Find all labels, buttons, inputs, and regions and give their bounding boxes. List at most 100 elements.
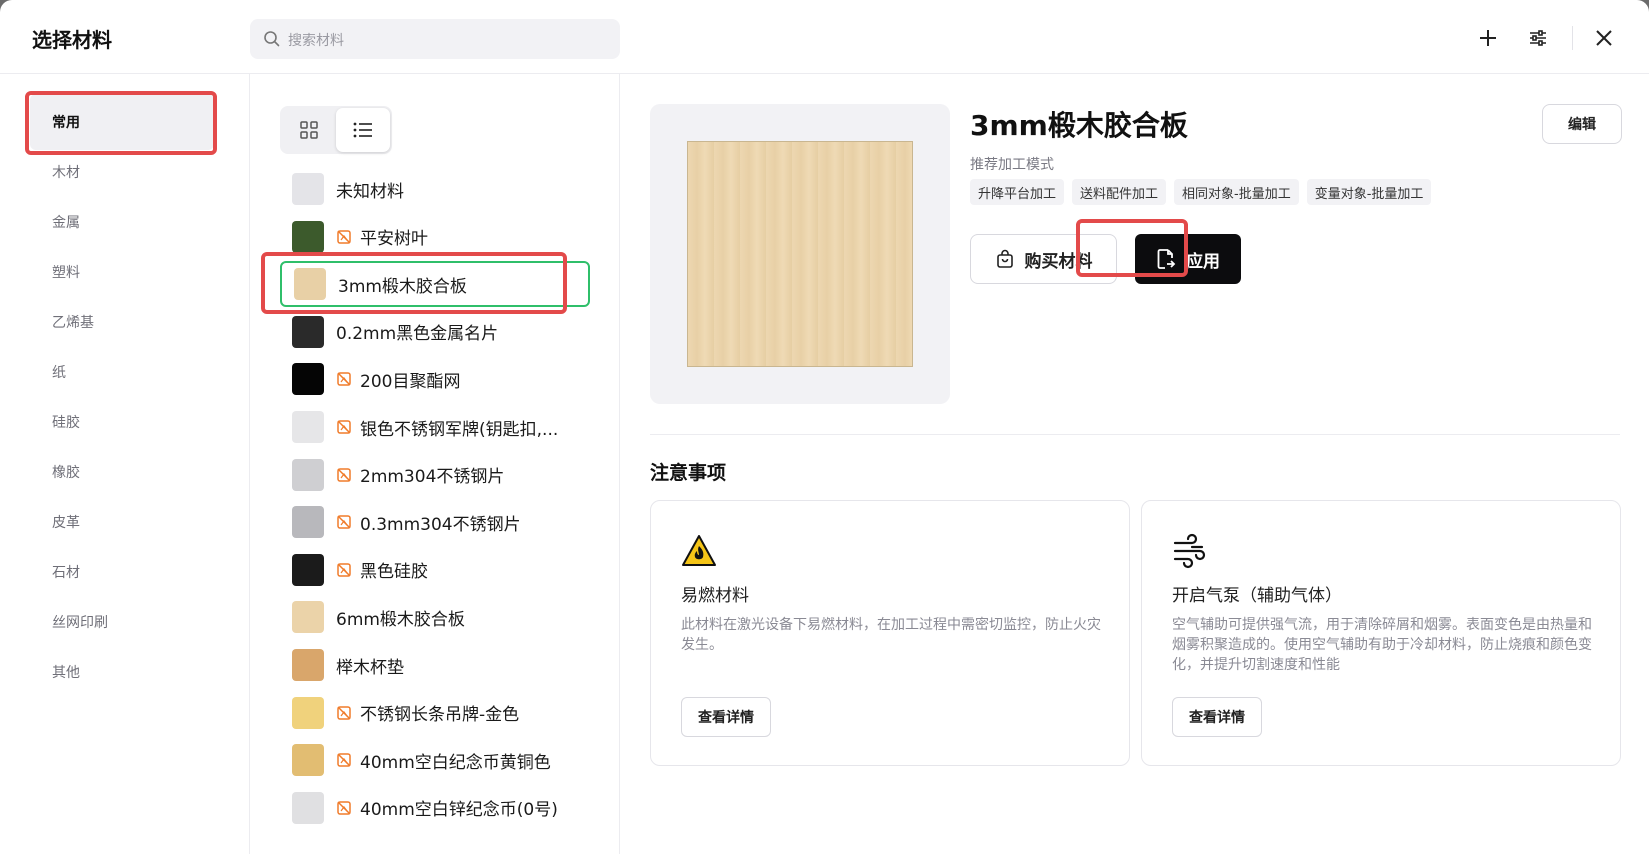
material-list-item[interactable]: 0.2mm黑色金属名片 xyxy=(280,309,590,355)
material-name: 3mm椴木胶合板 xyxy=(970,109,1188,142)
category-item-vinyl[interactable]: 乙烯基 xyxy=(30,294,214,350)
material-thumbnail xyxy=(292,363,324,396)
material-list-item[interactable]: 6mm椴木胶合板 xyxy=(280,594,590,640)
apply-label: 应用 xyxy=(1186,251,1220,272)
mode-tag: 相同对象-批量加工 xyxy=(1174,179,1299,205)
grid-view-button[interactable] xyxy=(282,108,336,152)
view-details-button[interactable]: 查看详情 xyxy=(1172,697,1262,737)
apply-icon xyxy=(1157,249,1176,269)
header-divider xyxy=(1572,26,1573,50)
material-list: 未知材料平安树叶 3mm椴木胶合板 0.2mm黑色金属名片 200目聚酯网银色不锈钢军… xyxy=(250,74,620,854)
unavailable-material-icon xyxy=(337,372,351,387)
category-label: 塑料 xyxy=(52,265,80,281)
material-list-item[interactable]: 黑色硅胶 xyxy=(280,547,590,593)
list-view-button[interactable] xyxy=(336,108,390,152)
material-name-label: 2mm304不锈钢片 xyxy=(360,467,505,488)
material-name-label: 银色不锈钢军牌(钥匙扣,... xyxy=(360,419,559,440)
unavailable-material-icon xyxy=(337,753,351,767)
material-thumbnail xyxy=(294,268,326,301)
category-item-metal[interactable]: 金属 xyxy=(30,194,214,250)
mode-tag: 送料配件加工 xyxy=(1072,179,1167,205)
category-item-silicone[interactable]: 硅胶 xyxy=(30,394,214,450)
material-thumbnail xyxy=(292,744,324,777)
material-name-label: 黑色硅胶 xyxy=(360,562,428,583)
material-thumbnail xyxy=(292,315,324,348)
note-description: 空气辅助可提供强气流，用于清除碎屑和烟雾。表面变色是由热量和烟雾积聚造成的。使用… xyxy=(1172,617,1592,673)
material-name-label: 200目聚酯网 xyxy=(360,371,461,392)
add-material-button[interactable] xyxy=(1472,22,1504,54)
material-thumbnail xyxy=(292,506,324,539)
view-details-button[interactable]: 查看详情 xyxy=(681,697,771,737)
material-preview xyxy=(650,104,950,404)
material-thumbnail xyxy=(292,696,324,729)
close-button[interactable] xyxy=(1588,22,1620,54)
material-list-item[interactable]: 平安树叶 xyxy=(280,214,590,260)
category-label: 纸 xyxy=(52,365,66,381)
buy-material-button[interactable]: 购买材料 xyxy=(970,234,1117,284)
category-label: 乙烯基 xyxy=(52,315,94,331)
dialog-title: 选择材料 xyxy=(32,28,112,52)
category-item-leather[interactable]: 皮革 xyxy=(30,494,214,550)
notes-title: 注意事项 xyxy=(650,462,727,484)
mode-tag: 升降平台加工 xyxy=(970,179,1065,205)
close-icon xyxy=(1596,30,1612,46)
category-item-plastic[interactable]: 塑料 xyxy=(30,244,214,300)
material-list-item[interactable]: 40mm空白锌纪念币(0号) xyxy=(280,785,590,831)
material-list-item[interactable]: 未知材料 xyxy=(280,166,590,212)
category-item-stone[interactable]: 石材 xyxy=(30,544,214,600)
material-detail-panel: 3mm椴木胶合板 推荐加工模式 升降平台加工 送料配件加工 相同对象-批量加工 … xyxy=(620,74,1649,854)
material-list-item[interactable]: 榉木杯垫 xyxy=(280,642,590,688)
category-label: 其他 xyxy=(52,665,80,681)
material-thumbnail xyxy=(292,220,324,253)
flammable-warning-icon xyxy=(682,535,716,566)
category-label: 皮革 xyxy=(52,515,80,531)
material-list-item[interactable]: 200目聚酯网 xyxy=(280,356,590,402)
material-name-label: 平安树叶 xyxy=(360,229,428,250)
category-item-screen-printing[interactable]: 丝网印刷 xyxy=(30,594,214,650)
material-list-item[interactable]: 40mm空白纪念币黄铜色 xyxy=(280,737,590,783)
search-input[interactable]: 搜索材料 xyxy=(250,19,620,59)
material-thumbnail xyxy=(292,553,324,586)
apply-button[interactable]: 应用 xyxy=(1135,234,1241,284)
note-title: 易燃材料 xyxy=(681,586,749,606)
unavailable-material-icon xyxy=(337,563,351,577)
dialog-header: 选择材料 搜索材料 xyxy=(0,0,1649,74)
unavailable-material-icon xyxy=(337,801,351,815)
category-item-rubber[interactable]: 橡胶 xyxy=(30,444,214,500)
grid-icon xyxy=(300,121,318,139)
note-title: 开启气泵（辅助气体） xyxy=(1172,586,1342,606)
material-name-label: 3mm椴木胶合板 xyxy=(338,276,467,297)
section-divider xyxy=(650,434,1620,435)
category-item-wood[interactable]: 木材 xyxy=(30,144,214,200)
settings-button[interactable] xyxy=(1522,22,1554,54)
processing-mode-tags: 升降平台加工 送料配件加工 相同对象-批量加工 变量对象-批量加工 xyxy=(970,179,1432,205)
list-icon xyxy=(353,122,372,138)
category-item-common[interactable]: 常用 xyxy=(30,94,214,150)
material-list-item[interactable]: 0.3mm304不锈钢片 xyxy=(280,499,590,545)
material-name-label: 40mm空白纪念币黄铜色 xyxy=(360,752,551,773)
note-card-air-assist: 开启气泵（辅助气体） 空气辅助可提供强气流，用于清除碎屑和烟雾。表面变色是由热量… xyxy=(1141,500,1621,766)
material-thumbnail xyxy=(292,791,324,824)
edit-button[interactable]: 编辑 xyxy=(1542,104,1622,144)
note-description: 此材料在激光设备下易燃材料，在加工过程中需密切监控，防止火灾发生。 xyxy=(681,617,1101,653)
category-item-other[interactable]: 其他 xyxy=(30,644,214,700)
material-list-item[interactable]: 不锈钢长条吊牌-金色 xyxy=(280,690,590,736)
material-list-item[interactable]: 2mm304不锈钢片 xyxy=(280,452,590,498)
category-item-paper[interactable]: 纸 xyxy=(30,344,214,400)
material-thumbnail xyxy=(292,601,324,634)
material-name-label: 6mm椴木胶合板 xyxy=(336,609,465,630)
note-card-flammable: 易燃材料 此材料在激光设备下易燃材料，在加工过程中需密切监控，防止火灾发生。 查… xyxy=(650,500,1130,766)
search-icon xyxy=(264,31,280,47)
processing-mode-label: 推荐加工模式 xyxy=(970,157,1054,173)
category-label: 硅胶 xyxy=(52,415,80,431)
material-thumbnail xyxy=(292,649,324,681)
material-thumbnail xyxy=(292,173,324,205)
sliders-icon xyxy=(1530,30,1546,46)
material-thumbnail xyxy=(292,411,324,443)
mode-tag: 变量对象-批量加工 xyxy=(1306,179,1432,205)
category-label: 金属 xyxy=(52,215,80,231)
material-list-item[interactable]: 3mm椴木胶合板 xyxy=(280,261,590,308)
plus-icon xyxy=(1480,30,1496,46)
material-list-item[interactable]: 银色不锈钢军牌(钥匙扣,... xyxy=(280,404,590,450)
material-thumbnail xyxy=(292,458,324,491)
